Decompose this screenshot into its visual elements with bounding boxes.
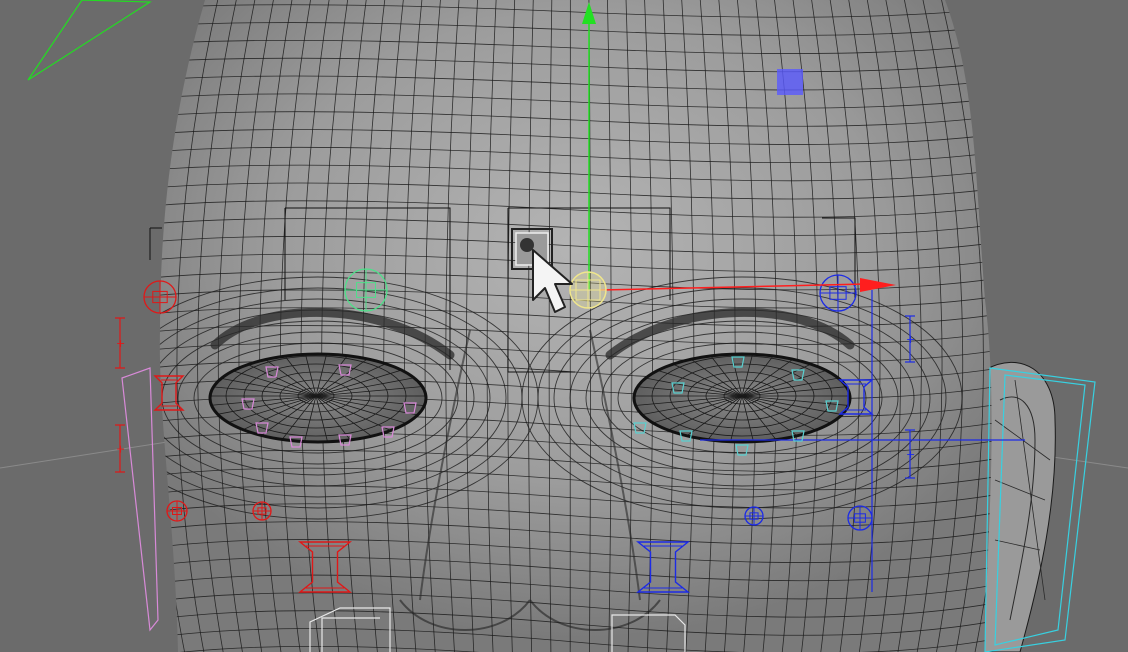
brow-control-right-outer[interactable] xyxy=(819,274,857,312)
cheek-box-left[interactable] xyxy=(121,367,159,632)
camera-frustum[interactable] xyxy=(27,0,152,81)
svg-text:+: + xyxy=(906,448,915,461)
svg-text:+: + xyxy=(116,443,125,456)
jaw-slider-left-upper[interactable]: + xyxy=(115,317,125,369)
svg-text:+: + xyxy=(906,333,915,346)
jaw-slider-left-lower[interactable]: + xyxy=(115,424,125,473)
gizmo-center-icon[interactable] xyxy=(569,271,607,309)
head-mesh[interactable] xyxy=(98,0,1025,652)
cheek-control-left[interactable] xyxy=(166,500,188,522)
cheek-control-right-inner[interactable] xyxy=(744,506,764,526)
gizmo-plane-handle[interactable] xyxy=(777,69,803,95)
cheek-control-left-inner[interactable] xyxy=(252,501,272,521)
viewport-scene[interactable]: + + + + xyxy=(0,0,1128,652)
svg-text:+: + xyxy=(116,337,125,350)
3d-viewport[interactable]: + + + + xyxy=(0,0,1128,652)
cheek-control-right[interactable] xyxy=(847,505,873,531)
brow-control-center[interactable] xyxy=(344,268,388,312)
brow-control-left-outer[interactable] xyxy=(143,280,177,314)
ear-mesh[interactable] xyxy=(984,361,1056,652)
